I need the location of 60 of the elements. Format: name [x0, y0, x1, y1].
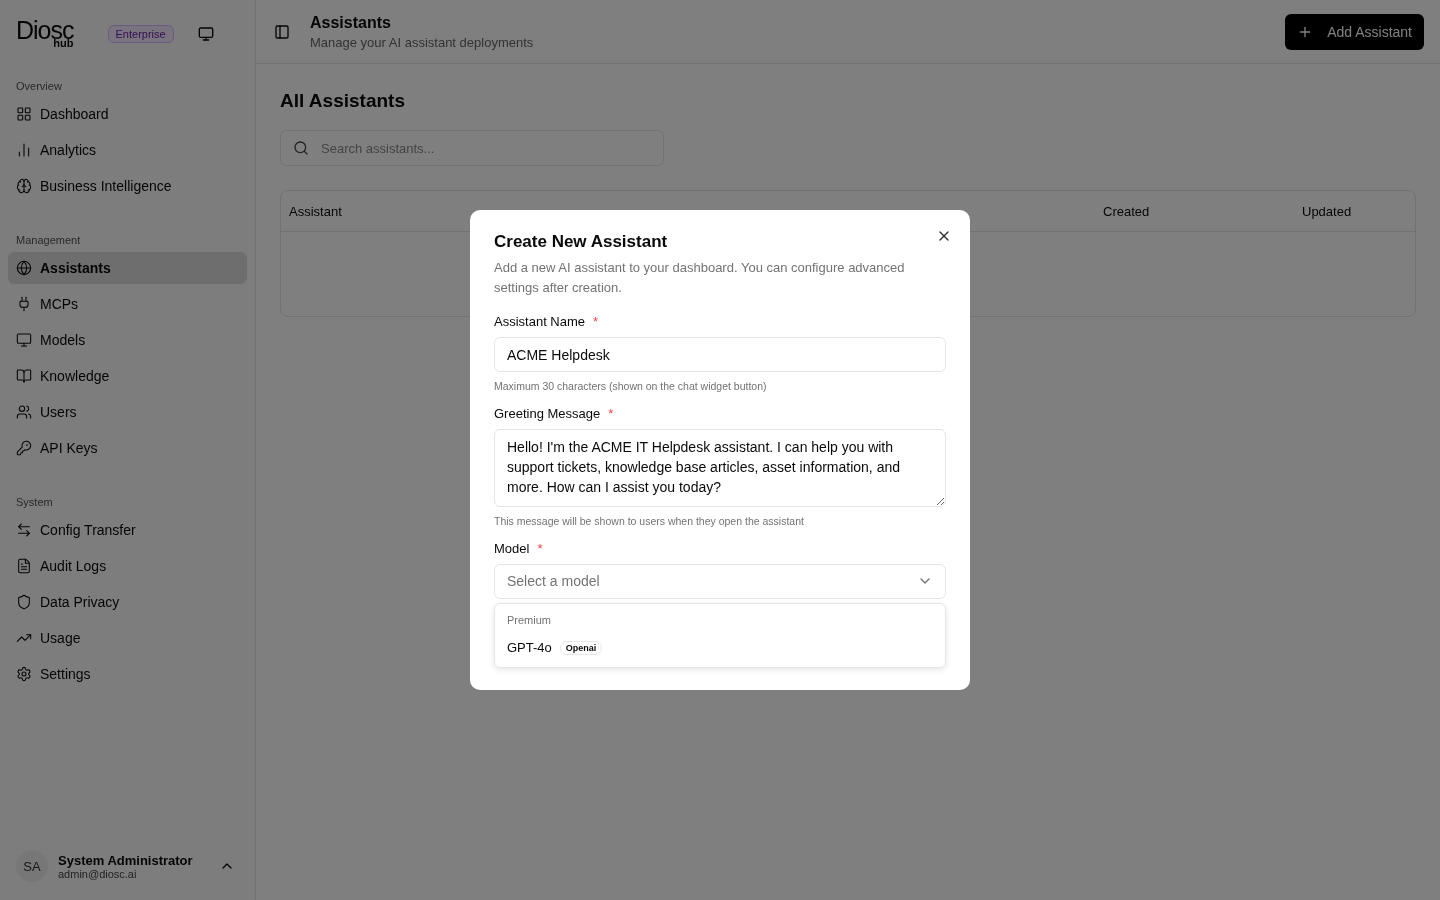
sidebar-toggle-icon[interactable] — [274, 23, 290, 40]
field-hint: Maximum 30 characters (shown on the chat widget button) — [494, 380, 768, 393]
plan-badge: Enterprise — [107, 25, 174, 43]
globe-icon — [16, 260, 32, 276]
section-heading: All Assistants — [280, 90, 406, 112]
column-header: Assistant — [289, 203, 343, 219]
user-email: admin@diosc.ai — [58, 867, 138, 880]
sidebar-item[interactable]: Data Privacy — [8, 586, 247, 618]
required-mark: * — [537, 540, 543, 556]
bar-chart-icon — [16, 142, 32, 158]
book-icon — [16, 368, 32, 384]
model-select[interactable]: Select a model — [494, 563, 946, 599]
field-hint: This message will be shown to users when they open the assistant — [494, 514, 805, 527]
shield-icon — [16, 594, 32, 610]
sidebar-item[interactable]: Analytics — [8, 134, 247, 166]
field-label: Assistant Name — [494, 314, 586, 329]
monitor-icon — [16, 332, 32, 348]
monitor-icon[interactable] — [197, 26, 214, 42]
name-input[interactable]: ACME Helpdesk — [494, 337, 946, 373]
user-name: System Administrator — [58, 852, 193, 868]
sidebar-item[interactable]: Assistants — [8, 252, 247, 284]
greeting-textarea[interactable]: Hello! I'm the ACME IT Helpdesk assistant. I can help you with support tickets, knowledge base articles, asset information, and more. How can I assist you today? — [494, 429, 946, 507]
grid-icon — [16, 106, 32, 122]
sidebar-item[interactable]: Business Intelligence — [8, 170, 247, 202]
dialog-title: Create New Assistant — [494, 232, 669, 252]
sidebar-item[interactable]: Audit Logs — [8, 550, 247, 582]
sidebar-item[interactable]: API Keys — [8, 432, 247, 464]
field-label: Model — [494, 540, 530, 556]
user-avatar: SA — [16, 850, 48, 882]
section-title: System — [15, 495, 54, 510]
sidebar-item[interactable]: Settings — [8, 658, 247, 690]
sidebar-item[interactable]: Config Transfer — [8, 514, 247, 546]
section-title: Overview — [15, 79, 63, 94]
column-header: Created — [1103, 203, 1151, 219]
sidebar-item[interactable]: Dashboard — [8, 98, 247, 130]
sidebar-item[interactable]: Users — [8, 396, 247, 428]
sidebar-item[interactable]: Knowledge — [8, 360, 247, 392]
key-icon — [16, 440, 32, 456]
field-label: Greeting Message — [494, 406, 601, 422]
sidebar-item[interactable]: Models — [8, 324, 247, 356]
section-title: Management — [15, 233, 82, 248]
document-icon — [16, 558, 32, 574]
page-subtitle: Manage your AI assistant deployments — [310, 34, 534, 50]
settings-icon — [16, 666, 32, 682]
search-icon — [293, 140, 309, 156]
brain-icon — [16, 178, 32, 194]
arrows-icon — [16, 522, 32, 538]
add-assistant-button[interactable]: Add Assistant — [1285, 13, 1424, 50]
search-field[interactable]: Search assistants... — [280, 130, 664, 166]
users-icon — [16, 404, 32, 420]
required-mark: * — [593, 314, 599, 329]
column-header: Updated — [1302, 203, 1353, 219]
model-option[interactable]: GPT-4o — [507, 640, 552, 655]
plug-icon — [16, 296, 32, 312]
sidebar-item[interactable]: Usage — [8, 622, 247, 654]
option-group-label: Premium — [507, 614, 552, 626]
dialog-description: Add a new AI assistant to your dashboard. You can configure advanced settings after creation. — [494, 259, 906, 297]
sidebar-item[interactable]: MCPs — [8, 288, 247, 320]
page-title: Assistants — [310, 13, 392, 32]
required-mark: * — [608, 406, 614, 422]
